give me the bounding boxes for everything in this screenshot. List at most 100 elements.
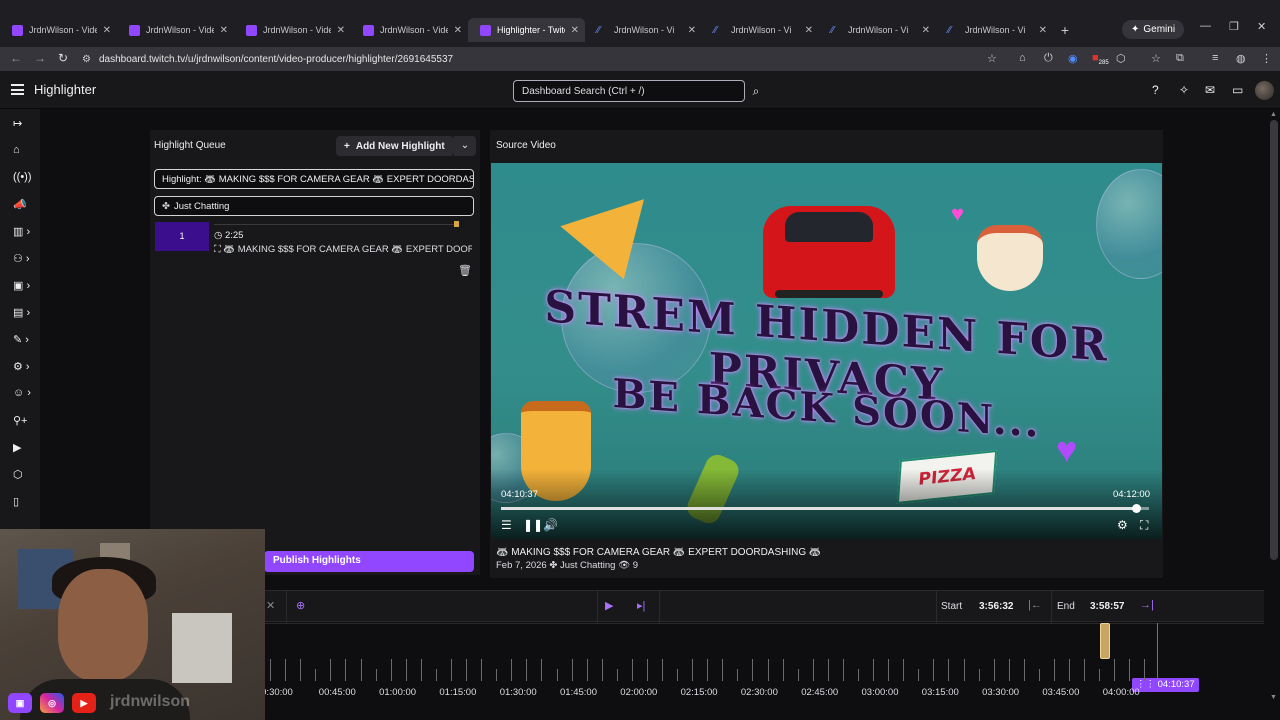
tab-close-icon[interactable]: ✕	[337, 25, 345, 36]
site-info-icon[interactable]: ⚙	[82, 54, 91, 65]
chapters-icon[interactable]: ☰	[501, 518, 512, 532]
video-title: 🦝 MAKING $$$ FOR CAMERA GEAR 🦝 EXPERT DO…	[496, 547, 822, 558]
scrubber-handle[interactable]	[1132, 504, 1142, 513]
new-tab-icon[interactable]: +	[1053, 18, 1077, 42]
browser-tab[interactable]: ⁄⁄ JrdnWilson - Vi ✕	[819, 18, 936, 42]
search-icon[interactable]: ⌕	[746, 80, 766, 102]
megaphone-icon[interactable]: 📣	[13, 198, 37, 211]
publish-highlights-button[interactable]: Publish Highlights	[264, 551, 474, 572]
browser-tab[interactable]: JrdnWilson - Video ✕	[351, 18, 468, 42]
media-control-icon[interactable]: ≡	[1212, 52, 1218, 64]
start-time-value[interactable]: 3:56:32	[979, 601, 1013, 612]
browser-tab[interactable]: JrdnWilson - Video ✕	[234, 18, 351, 42]
add-highlight-dropdown[interactable]: ⌄	[454, 136, 476, 156]
back-icon[interactable]: ←	[10, 51, 22, 65]
extension-power-icon[interactable]: ⏻	[1044, 52, 1053, 65]
queue-item[interactable]: 1 ◷ 2:25 ⛶ 🦝 MAKING $$$ FOR CAMERA GEAR …	[154, 220, 476, 277]
pause-icon[interactable]: ❚❚	[523, 518, 543, 532]
set-start-icon[interactable]: |←	[1028, 599, 1042, 611]
timeline-tick	[571, 659, 573, 681]
trash-icon[interactable]: 🗑	[458, 264, 472, 277]
red-car-image	[763, 206, 895, 298]
page-scrollbar[interactable]	[1270, 120, 1278, 560]
tab-close-icon[interactable]: ✕	[103, 25, 111, 36]
book-icon[interactable]: ▯	[13, 495, 37, 508]
video-category[interactable]: Just Chatting	[560, 560, 615, 571]
cut-icon[interactable]: ✕	[266, 599, 275, 612]
scroll-down-icon[interactable]: ▼	[1270, 694, 1277, 701]
forward-icon[interactable]: →	[34, 51, 46, 65]
tab-close-icon[interactable]: ✕	[805, 25, 813, 36]
settings-icon[interactable]: ⚙ ›	[13, 360, 37, 373]
monetization-icon[interactable]: ▤ ›	[13, 306, 37, 319]
divider	[659, 591, 660, 623]
bookmarks-icon[interactable]: ☆	[1151, 52, 1161, 65]
browser-menu-icon[interactable]: ⋮	[1261, 52, 1272, 65]
extensions-icon[interactable]: ⬡	[1116, 52, 1126, 65]
queue-item-thumbnail[interactable]: 1	[155, 222, 209, 251]
sparkle-icon[interactable]: ✧	[1179, 83, 1189, 97]
creator-tools-icon[interactable]: ✎ ›	[13, 333, 37, 346]
playhead-line[interactable]	[1157, 623, 1158, 681]
timeline-track[interactable]: ⋮⋮ 04:10:37 0:30:00 00:45:00 01:00:00 01:15…	[261, 623, 1264, 703]
viewer-rewards-icon[interactable]: ☺ ›	[13, 387, 37, 399]
tab-search-icon[interactable]: ⧉	[1176, 52, 1184, 65]
reload-icon[interactable]: ↻	[58, 51, 68, 65]
minimize-icon[interactable]: —	[1200, 20, 1211, 32]
video-scrubber[interactable]	[501, 504, 1149, 513]
menu-icon[interactable]	[11, 84, 24, 95]
analytics-icon[interactable]: ▥ ›	[13, 225, 37, 238]
tab-close-icon[interactable]: ✕	[1039, 25, 1047, 36]
content-icon[interactable]: ▣ ›	[13, 279, 37, 292]
add-new-highlight-button[interactable]: + Add New Highlight	[336, 136, 454, 156]
maximize-icon[interactable]: ❐	[1229, 20, 1239, 33]
profile-icon[interactable]: ◍	[1236, 52, 1246, 65]
dashboard-search-input[interactable]: Dashboard Search (Ctrl + /)	[513, 80, 745, 102]
category-input[interactable]: ✤ Just Chatting	[154, 196, 474, 216]
volume-icon[interactable]: 🔊	[543, 518, 558, 532]
video-player[interactable]: ♥ ♥ STREM HIDDEN FOR PRIVACY BE BACK SOO…	[491, 163, 1162, 539]
browser-tab[interactable]: ⁄⁄ JrdnWilson - Vi ✕	[936, 18, 1053, 42]
stream-icon[interactable]: ((•))	[13, 171, 37, 183]
community-icon[interactable]: ⚇ ›	[13, 252, 37, 265]
browser-tab[interactable]: JrdnWilson - Video ✕	[117, 18, 234, 42]
highlight-title-input[interactable]: Highlight: 🦝 MAKING $$$ FOR CAMERA GEAR …	[154, 169, 474, 189]
fullscreen-icon[interactable]: ⛶	[1140, 518, 1148, 533]
timeline-tick	[496, 669, 498, 681]
help-icon[interactable]: ?	[1152, 83, 1159, 97]
add-clip-icon[interactable]: ⊕	[296, 599, 305, 612]
tab-close-icon[interactable]: ✕	[922, 25, 930, 36]
tab-close-icon[interactable]: ✕	[454, 25, 462, 36]
tab-close-icon[interactable]: ✕	[571, 25, 579, 36]
gemini-button[interactable]: ✦ Gemini	[1122, 20, 1185, 39]
extension-gift-icon[interactable]: ⌂	[1019, 52, 1026, 64]
play-selection-icon[interactable]: ▸|	[637, 599, 645, 612]
mail-icon[interactable]: ✉	[1205, 83, 1215, 97]
set-end-icon[interactable]: →|	[1140, 599, 1154, 611]
add-user-icon[interactable]: ⚲+	[13, 414, 37, 427]
avatar[interactable]	[1255, 81, 1274, 100]
divider	[1051, 591, 1052, 623]
end-time-value[interactable]: 3:58:57	[1090, 601, 1124, 612]
tab-close-icon[interactable]: ✕	[220, 25, 228, 36]
video-icon[interactable]: ▶	[13, 441, 37, 454]
collapse-rail-icon[interactable]: ↦	[13, 117, 37, 130]
chat-icon[interactable]: ▭	[1232, 83, 1243, 97]
play-icon[interactable]: ▶	[605, 599, 613, 612]
bookmark-star-icon[interactable]: ☆	[987, 52, 997, 65]
tick-label: 0:30:00	[261, 687, 293, 698]
scroll-up-icon[interactable]: ▲	[1270, 111, 1277, 118]
extension-audio-icon[interactable]: ◉	[1068, 52, 1078, 65]
browser-tab[interactable]: ⁄⁄ JrdnWilson - Vi ✕	[702, 18, 819, 42]
settings-gear-icon[interactable]: ⚙	[1117, 518, 1128, 532]
url-field[interactable]: ⚙ dashboard.twitch.tv/u/jrdnwilson/conte…	[82, 50, 982, 68]
window-close-icon[interactable]: ✕	[1257, 20, 1266, 33]
selected-clip-range[interactable]	[1100, 623, 1110, 659]
home-icon[interactable]: ⌂	[13, 144, 37, 156]
browser-tab[interactable]: JrdnWilson - Video ✕	[0, 18, 117, 42]
browser-tab[interactable]: Highlighter - Twitch ✕	[468, 18, 585, 42]
extension-badge-icon[interactable]: ■285	[1092, 52, 1109, 66]
browser-tab[interactable]: ⁄⁄ JrdnWilson - Vi ✕	[585, 18, 702, 42]
tab-close-icon[interactable]: ✕	[688, 25, 696, 36]
extensions-rail-icon[interactable]: ⬡	[13, 468, 37, 481]
